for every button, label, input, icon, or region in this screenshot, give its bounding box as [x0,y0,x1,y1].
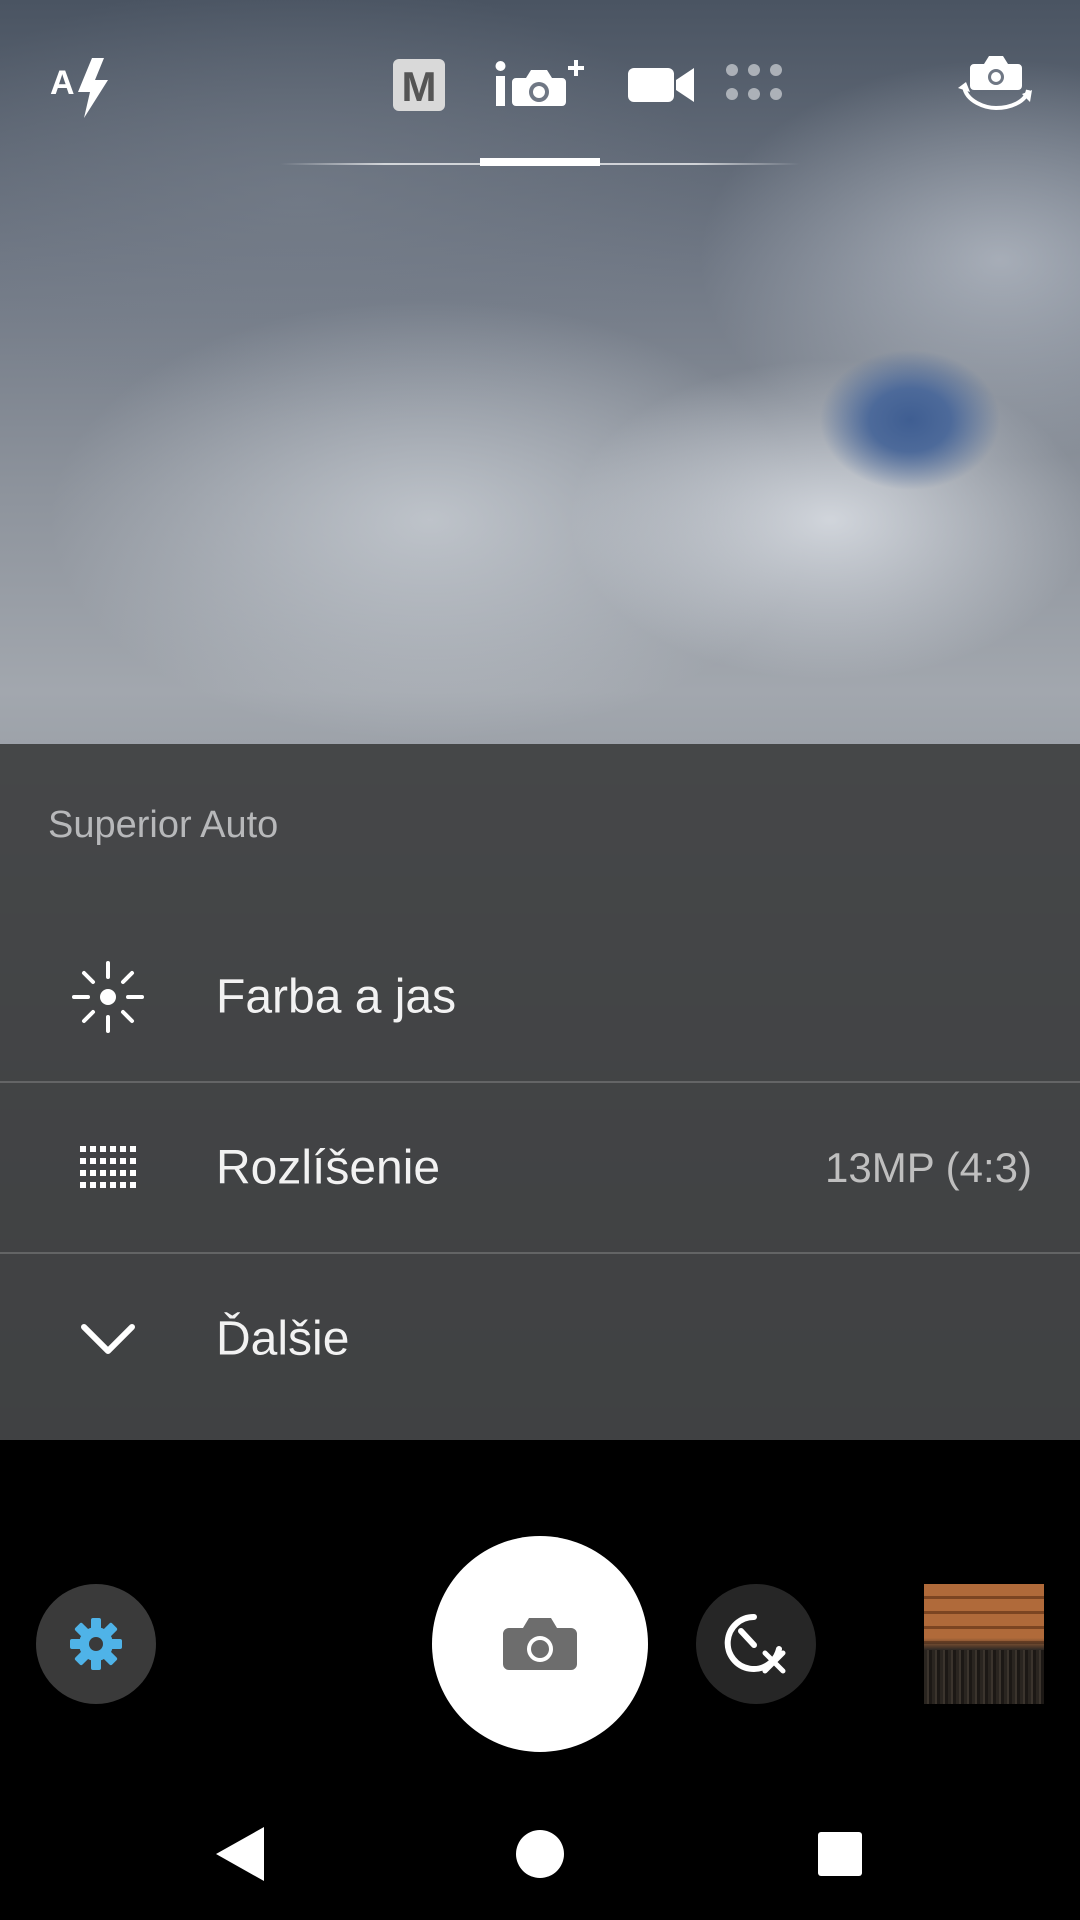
panel-title: Superior Auto [48,804,279,846]
settings-row-resolution[interactable]: Rozlíšenie 13MP (4:3) [0,1083,1080,1253]
switch-camera-icon[interactable] [956,50,1036,116]
quick-settings-panel: Superior Auto Farba a jas Rozlíšenie 13M… [0,744,1080,1440]
resolution-value: 13MP (4:3) [825,1144,1032,1191]
gear-icon [70,1618,122,1670]
video-mode-icon[interactable] [626,64,696,106]
shutter-button[interactable] [432,1536,648,1752]
flash-auto-icon[interactable]: A [48,52,120,122]
row-label: Ďalšie [216,1312,350,1366]
last-photo-thumbnail[interactable] [924,1584,1044,1704]
camera-top-bar: A M [0,0,1080,180]
self-timer-off-icon [724,1613,786,1674]
system-nav-bar [0,1780,1080,1920]
back-icon[interactable] [200,1814,280,1894]
self-timer-button[interactable] [696,1584,816,1704]
chevron-down-icon [68,1299,148,1379]
row-label: Farba a jas [216,970,457,1024]
camera-icon [503,1618,577,1670]
capture-controls [0,1440,1080,1780]
svg-text:A: A [50,64,75,102]
superior-auto-icon[interactable] [492,54,592,112]
more-apps-icon[interactable] [724,62,788,108]
brightness-icon [68,957,148,1037]
active-mode-indicator [480,158,600,166]
home-icon[interactable] [500,1814,580,1894]
row-label: Rozlíšenie [216,1141,441,1195]
settings-row-color-brightness[interactable]: Farba a jas [0,912,1080,1082]
settings-button[interactable] [36,1584,156,1704]
recents-icon[interactable] [800,1814,880,1894]
settings-row-more[interactable]: Ďalšie [0,1254,1080,1424]
manual-mode-label: M [402,63,437,110]
resolution-grid-icon [68,1128,148,1208]
manual-mode-icon[interactable]: M [392,58,446,112]
